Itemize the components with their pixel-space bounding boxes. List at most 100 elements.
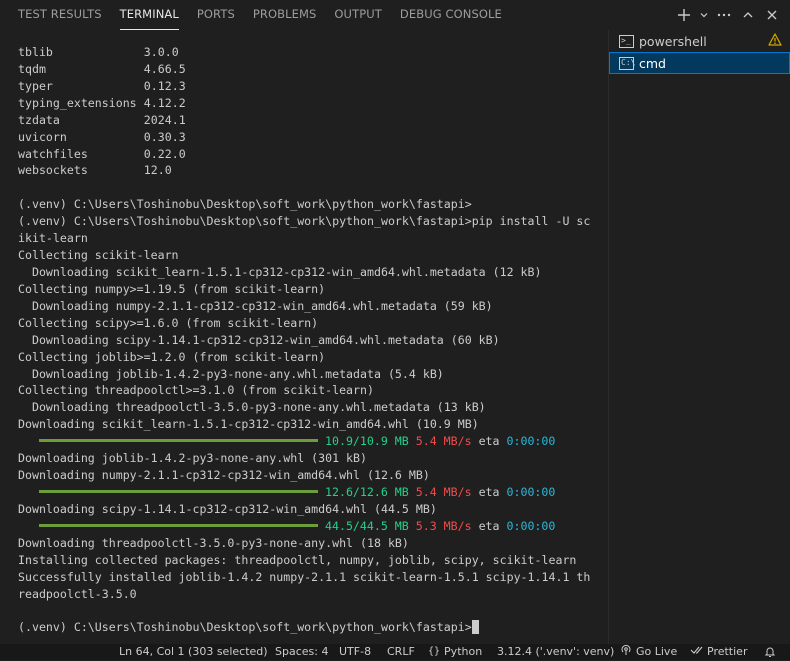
progress-eta-label: eta: [478, 484, 500, 499]
go-live-button[interactable]: Go Live: [620, 644, 677, 660]
package-row: uvicorn 0.30.3: [18, 129, 608, 146]
output-line: ikit-learn: [18, 231, 88, 246]
tab-terminal[interactable]: TERMINAL: [119, 0, 179, 30]
chevron-up-icon[interactable]: [738, 4, 758, 26]
line-ending[interactable]: CRLF: [387, 644, 415, 660]
output-line: Successfully installed joblib-1.4.2 nump…: [18, 569, 591, 584]
cursor-position[interactable]: Ln 64, Col 1 (303 selected): [119, 644, 268, 660]
package-name: tqdm: [18, 61, 46, 76]
terminal-list: >_ powershell C:\ cmd: [609, 30, 790, 644]
progress-eta-label: eta: [478, 434, 500, 449]
prompt-text: (.venv) C:\Users\Toshinobu\Desktop\soft_…: [18, 620, 472, 635]
output-line: Downloading scikit_learn-1.5.1-cp312-cp3…: [18, 417, 479, 432]
double-check-icon: [690, 644, 703, 660]
output-line: Collecting threadpoolctl>=3.1.0 (from sc…: [18, 383, 374, 398]
package-row: watchfiles 0.22.0: [18, 146, 608, 163]
panel-toolbar: [674, 0, 782, 30]
progress-bar: [39, 439, 318, 443]
language-mode[interactable]: {} Python: [428, 644, 482, 660]
terminal-cursor: [471, 619, 479, 634]
output-line: Downloading joblib-1.4.2-py3-none-any.wh…: [18, 451, 368, 466]
package-name: typer: [18, 78, 53, 93]
go-live-label: Go Live: [636, 645, 678, 658]
progress-bar: [39, 489, 318, 493]
package-version: 0.22.0: [143, 146, 186, 161]
output-line: Downloading threadpoolctl-3.5.0-py3-none…: [18, 535, 409, 550]
progress-bar: [39, 523, 318, 527]
package-version: 3.0.0: [143, 45, 179, 59]
tab-test-results[interactable]: TEST RESULTS: [18, 0, 102, 30]
terminal-cmd-icon: C:\: [619, 56, 635, 70]
terminal-item-powershell[interactable]: >_ powershell: [609, 30, 790, 52]
progress-eta: 0:00:00: [506, 484, 556, 499]
package-row: typer 0.12.3: [18, 78, 608, 95]
progress-speed: 5.4 MB/s: [415, 484, 472, 499]
package-name: tzdata: [18, 112, 60, 127]
progress-speed: 5.4 MB/s: [415, 434, 472, 449]
indentation[interactable]: Spaces: 4: [275, 644, 328, 660]
output-line: Downloading scikit_learn-1.5.1-cp312-cp3…: [18, 264, 542, 279]
package-name: tblib: [18, 45, 53, 59]
progress-size: 10.9/10.9 MB: [325, 434, 409, 449]
package-version: 12.0: [143, 163, 172, 178]
package-version: 0.12.3: [143, 78, 186, 93]
output-line: Downloading numpy-2.1.1-cp312-cp312-win_…: [18, 468, 430, 483]
python-interpreter[interactable]: 3.12.4 ('.venv': venv): [497, 644, 614, 660]
output-line: Downloading threadpoolctl-3.5.0-py3-none…: [18, 400, 486, 415]
more-icon[interactable]: [714, 4, 734, 26]
output-line: Installing collected packages: threadpoo…: [18, 552, 577, 567]
package-version: 2024.1: [143, 112, 186, 127]
status-bar: Ln 64, Col 1 (303 selected) Spaces: 4 UT…: [0, 644, 790, 660]
package-row: tqdm 4.66.5: [18, 61, 608, 78]
progress-line: 10.9/10.9 MB 5.4 MB/s eta 0:00:00: [18, 433, 608, 450]
progress-eta-label: eta: [478, 518, 500, 533]
progress-line: 12.6/12.6 MB 5.4 MB/s eta 0:00:00: [18, 484, 608, 501]
tab-problems[interactable]: PROBLEMS: [253, 0, 317, 30]
progress-line: 44.5/44.5 MB 5.3 MB/s eta 0:00:00: [18, 518, 608, 535]
language-label: Python: [444, 645, 483, 658]
package-row: tblib 3.0.0: [18, 44, 608, 61]
output-line: Collecting numpy>=1.19.5 (from scikit-le…: [18, 281, 326, 296]
tab-output[interactable]: OUTPUT: [334, 0, 381, 30]
prettier-status[interactable]: Prettier: [690, 644, 747, 660]
output-line: readpoolctl-3.5.0: [18, 586, 137, 601]
package-version: 4.66.5: [143, 61, 186, 76]
panel-tab-bar: TEST RESULTS TERMINAL PORTS PROBLEMS OUT…: [0, 0, 790, 30]
output-line: Collecting scipy>=1.6.0 (from scikit-lea…: [18, 315, 319, 330]
output-line: Downloading scipy-1.14.1-cp312-cp312-win…: [18, 501, 437, 516]
output-line: Collecting joblib>=1.2.0 (from scikit-le…: [18, 349, 326, 364]
package-name: watchfiles: [18, 146, 88, 161]
package-name: typing_extensions: [18, 95, 137, 110]
broadcast-icon: [620, 644, 632, 661]
output-line: Downloading scipy-1.14.1-cp312-cp312-win…: [18, 332, 500, 347]
prettier-label: Prettier: [707, 645, 748, 658]
package-name: websockets: [18, 163, 88, 178]
progress-eta: 0:00:00: [506, 434, 556, 449]
encoding[interactable]: UTF-8: [339, 644, 371, 660]
tab-debug-console[interactable]: DEBUG CONSOLE: [400, 0, 502, 30]
prompt-line: (.venv) C:\Users\Toshinobu\Desktop\soft_…: [18, 619, 608, 636]
terminal-output[interactable]: tblib 3.0.0 tqdm 4.66.5 typer 0.12.3 typing_ex…: [18, 44, 608, 640]
chevron-down-icon[interactable]: [698, 4, 710, 26]
output-line: (.venv) C:\Users\Toshinobu\Desktop\soft_…: [18, 214, 591, 229]
terminal-item-label: powershell: [639, 33, 707, 49]
package-row: tzdata 2024.1: [18, 112, 608, 129]
terminal-item-cmd[interactable]: C:\ cmd: [609, 52, 790, 74]
close-icon[interactable]: [762, 4, 782, 26]
package-version: 4.12.2: [143, 95, 186, 110]
terminal-item-label: cmd: [639, 55, 666, 71]
tab-ports[interactable]: PORTS: [197, 0, 235, 30]
output-line: Downloading joblib-1.4.2-py3-none-any.wh…: [18, 366, 444, 381]
progress-size: 12.6/12.6 MB: [325, 484, 409, 499]
output-line: Collecting scikit-learn: [18, 248, 179, 263]
warning-icon: [768, 33, 782, 49]
progress-size: 44.5/44.5 MB: [325, 518, 409, 533]
notifications-bell-icon[interactable]: [764, 644, 776, 660]
output-line: Downloading numpy-2.1.1-cp312-cp312-win_…: [18, 298, 493, 313]
progress-eta: 0:00:00: [506, 518, 556, 533]
package-version: 0.30.3: [143, 129, 186, 144]
plus-icon[interactable]: [674, 4, 694, 26]
package-row: typing_extensions 4.12.2: [18, 95, 608, 112]
